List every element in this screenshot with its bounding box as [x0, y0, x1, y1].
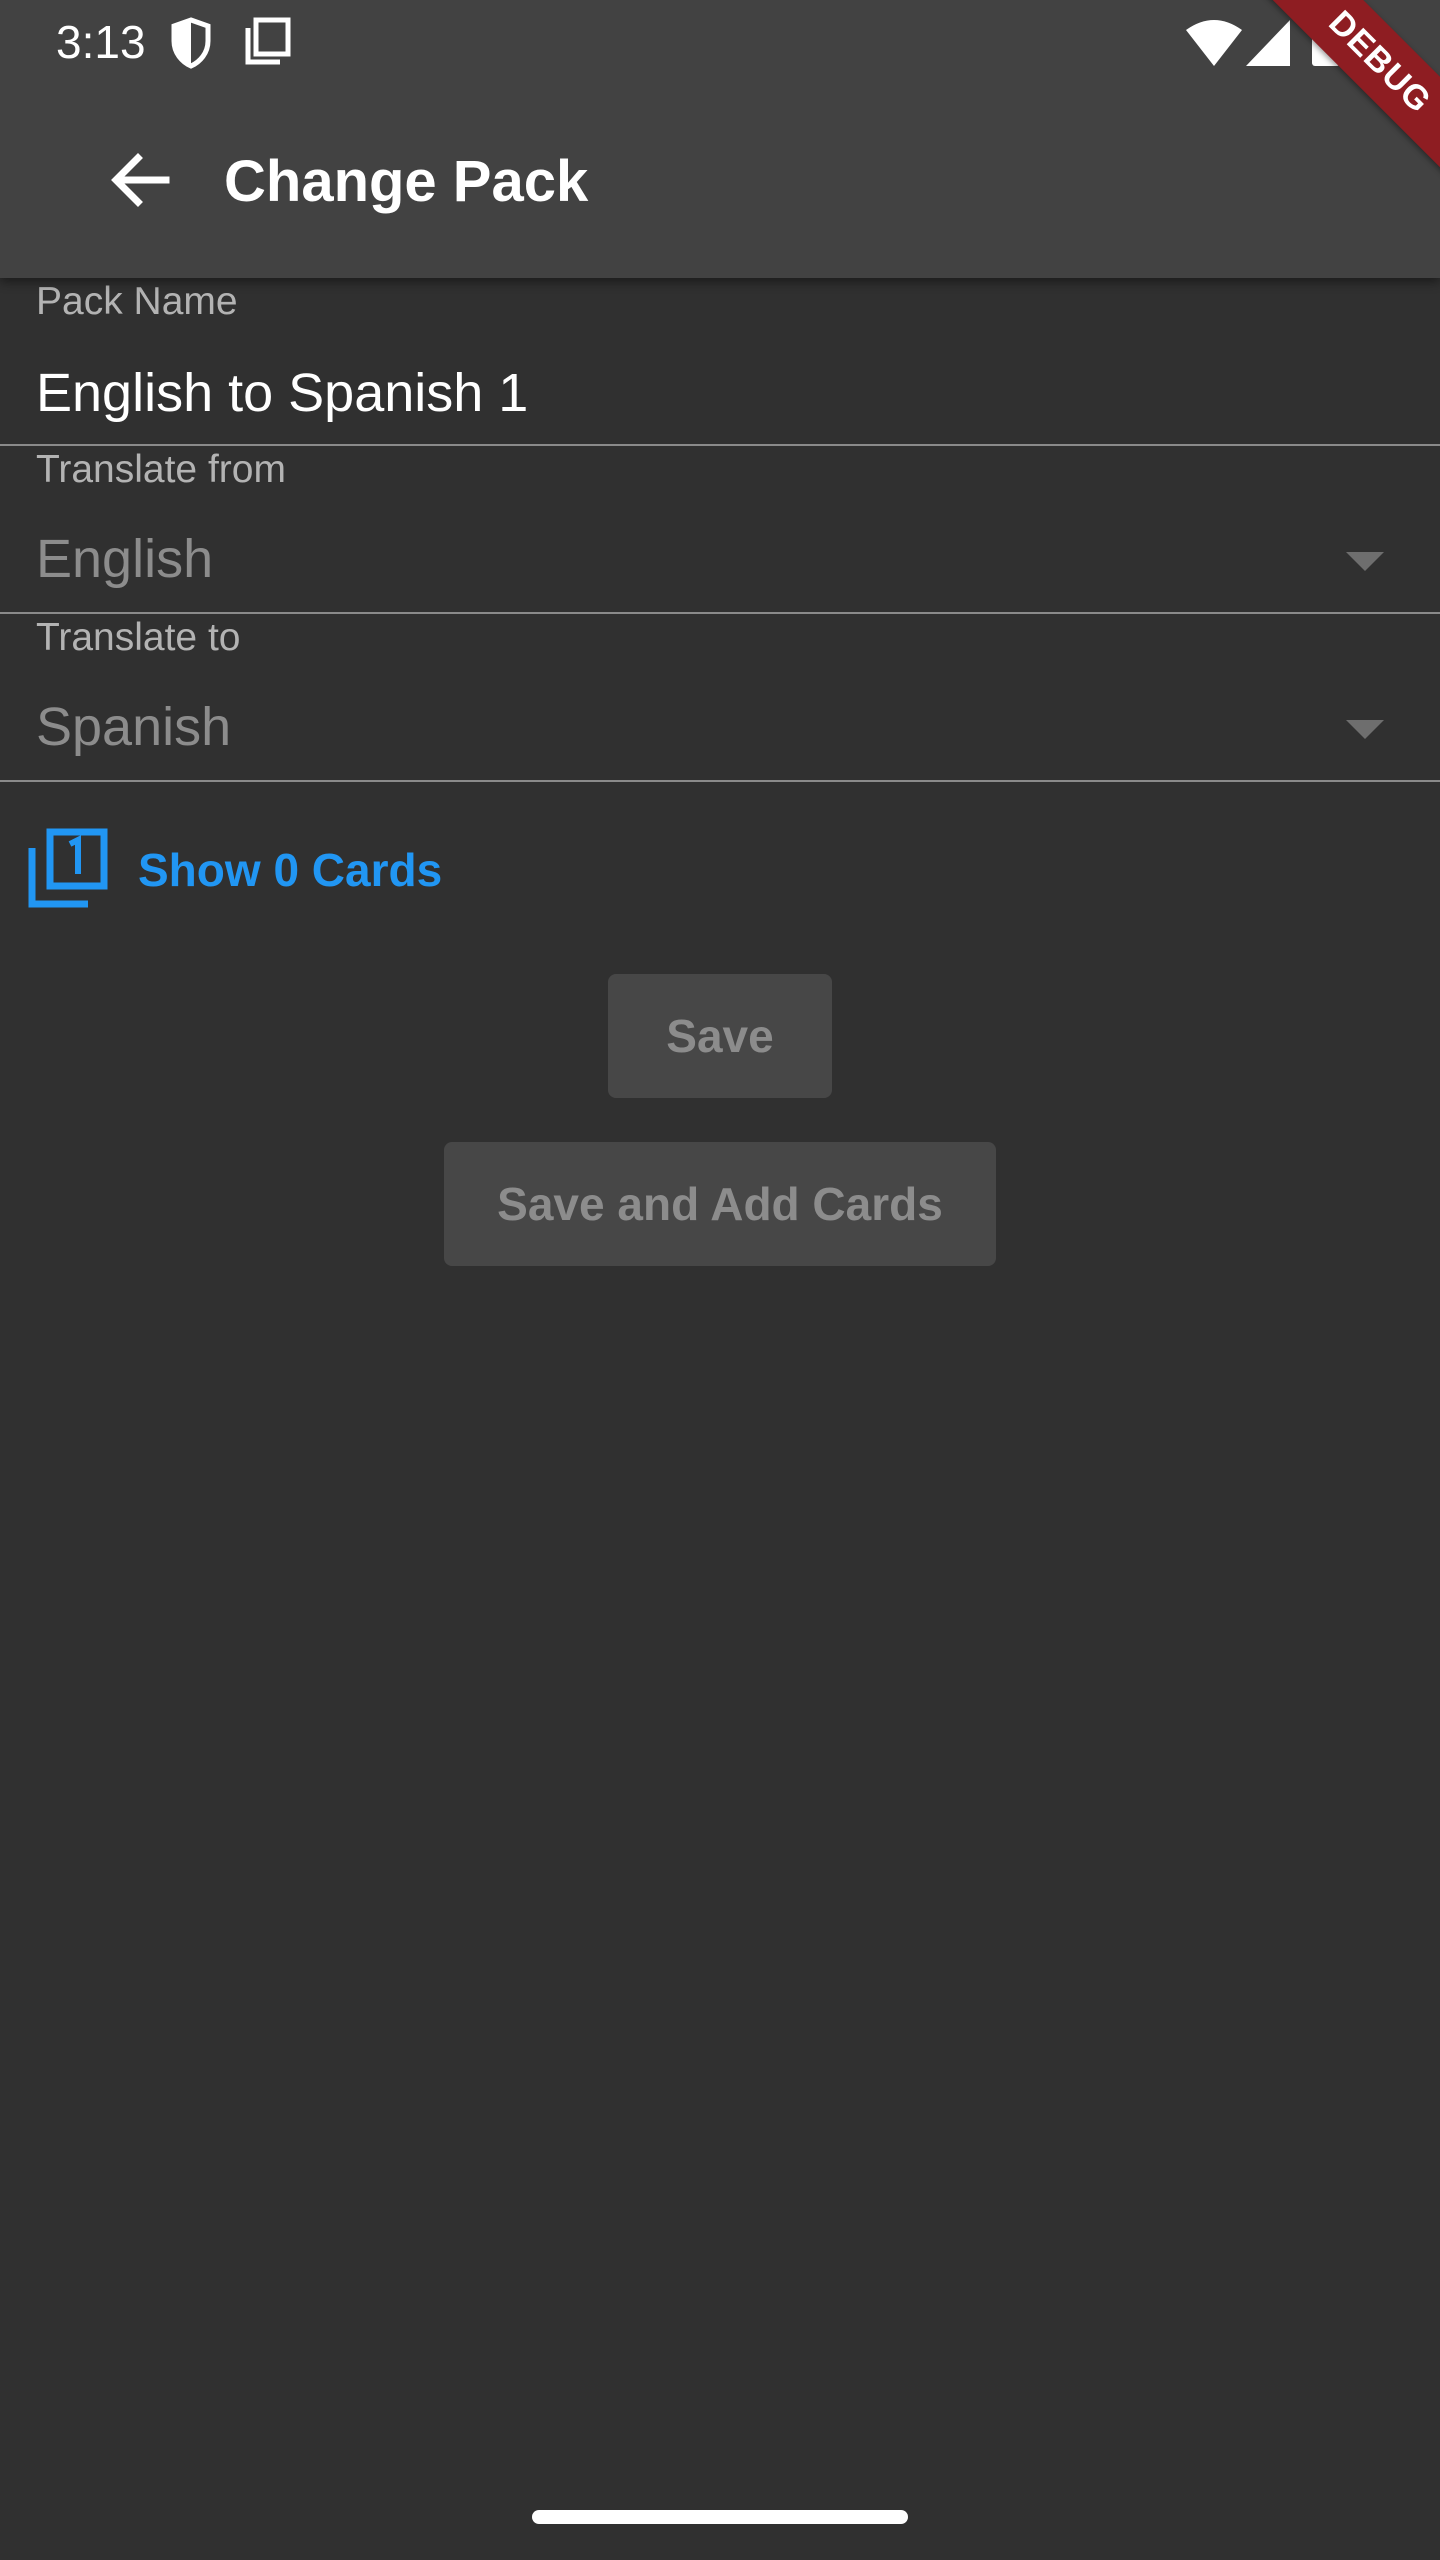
translate-from-value: English — [36, 529, 214, 589]
wifi-icon — [1186, 20, 1242, 71]
dropdown-arrow-icon — [1346, 720, 1384, 739]
pack-name-input[interactable]: English to Spanish 1 — [36, 360, 528, 426]
change-pack-screen: 3:13 Change Pack DEBUG Pack Name English… — [0, 0, 1440, 2560]
save-button[interactable]: Save — [608, 974, 832, 1098]
translate-to-label: Translate to — [36, 616, 241, 659]
shield-icon — [168, 16, 214, 75]
back-button[interactable] — [88, 130, 192, 234]
arrow-back-icon — [108, 148, 172, 217]
save-and-add-cards-button[interactable]: Save and Add Cards — [444, 1142, 996, 1266]
pack-name-field[interactable]: Pack Name English to Spanish 1 — [0, 278, 1440, 446]
translate-from-label: Translate from — [36, 448, 286, 491]
show-cards-label: Show 0 Cards — [138, 844, 443, 896]
signal-icon — [1246, 20, 1290, 71]
translate-to-value: Spanish — [36, 697, 232, 757]
filter-1-icon — [28, 828, 108, 913]
status-time: 3:13 — [56, 16, 146, 68]
translate-to-dropdown[interactable]: Translate to Spanish — [0, 614, 1440, 782]
page-title: Change Pack — [224, 149, 589, 214]
app-bar: 3:13 Change Pack — [0, 0, 1440, 278]
notification-card-icon — [244, 16, 292, 71]
dropdown-arrow-icon — [1346, 552, 1384, 571]
pack-name-label: Pack Name — [36, 280, 238, 323]
home-indicator[interactable] — [532, 2510, 908, 2524]
translate-from-dropdown[interactable]: Translate from English — [0, 446, 1440, 614]
show-cards-button[interactable]: Show 0 Cards — [28, 822, 442, 918]
